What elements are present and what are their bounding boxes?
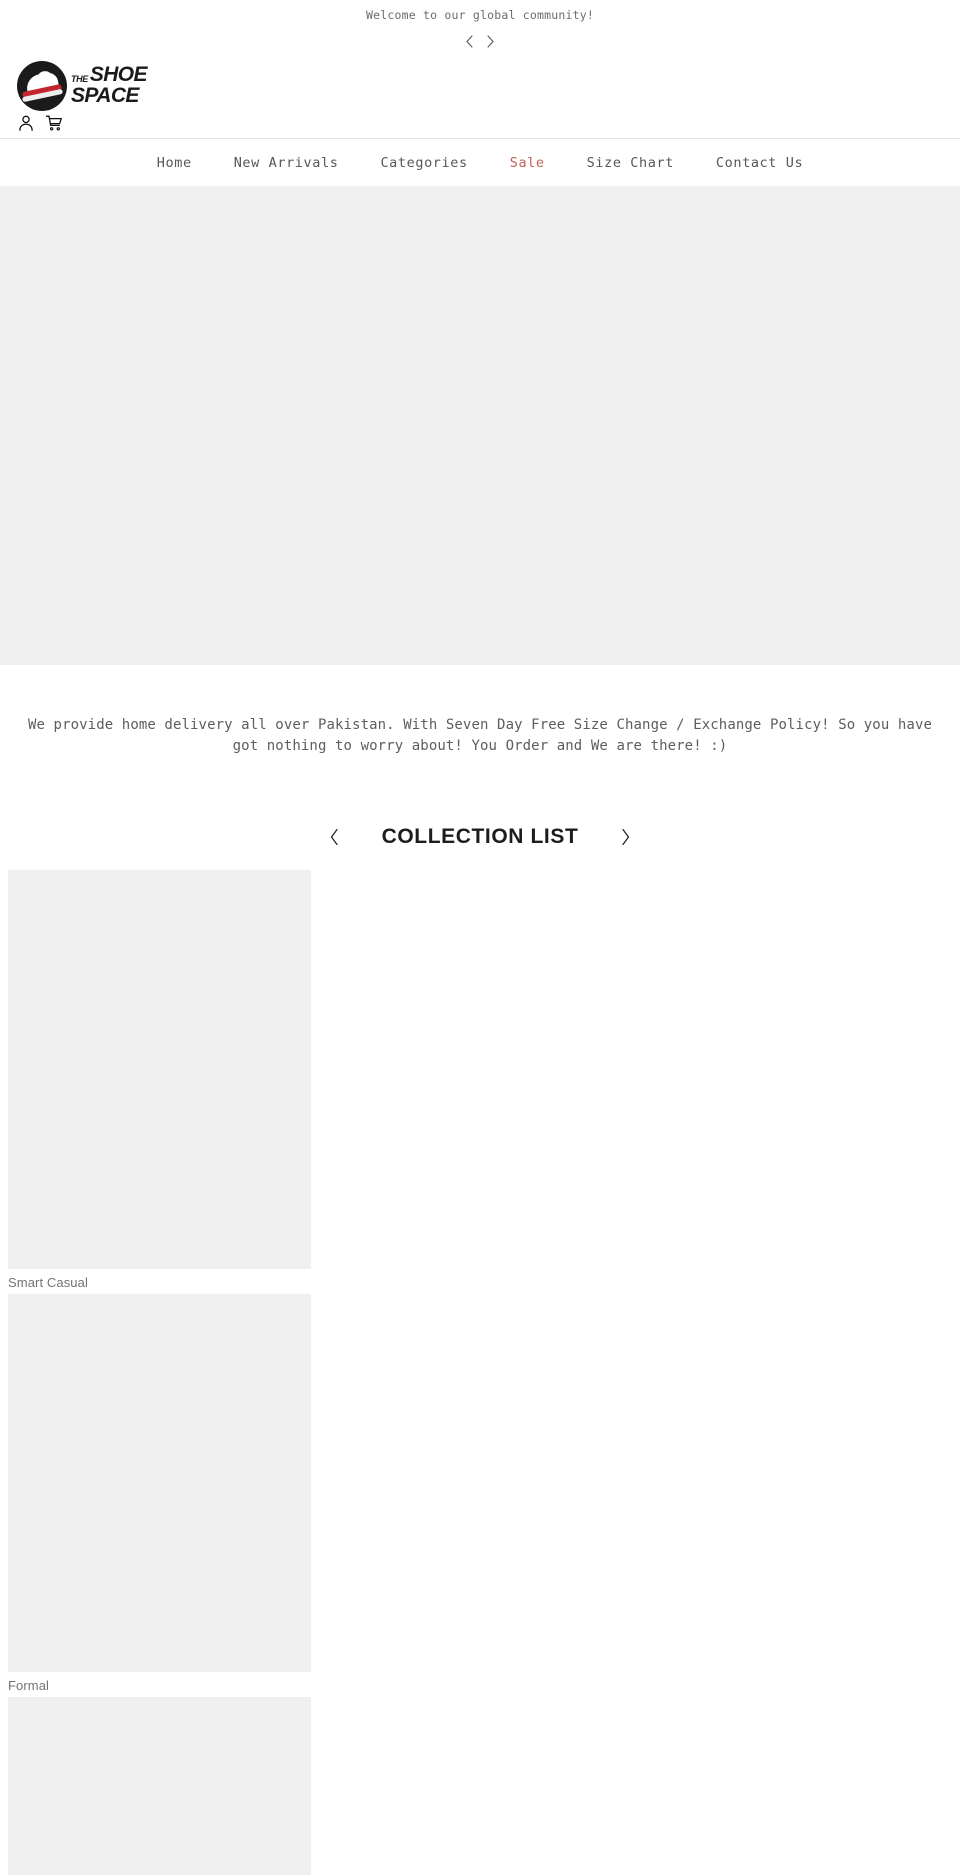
promo-text: We provide home delivery all over Pakist…	[27, 717, 933, 754]
nav-item-new-arrivals[interactable]: New Arrivals	[213, 155, 360, 171]
collection-list-header: COLLECTION LIST	[0, 820, 960, 854]
site-logo[interactable]: THE SHOE SPACE	[17, 61, 148, 111]
hero-banner[interactable]	[0, 186, 960, 665]
site-header: THE SHOE SPACE	[0, 50, 960, 138]
collection-list-section: COLLECTION LIST Smart Casual Formal	[0, 757, 960, 1875]
collection-card[interactable]: Formal	[8, 1294, 311, 1697]
collection-list-title: COLLECTION LIST	[381, 825, 579, 848]
shopping-cart-icon[interactable]	[45, 114, 63, 132]
promo-section: We provide home delivery all over Pakist…	[0, 665, 960, 757]
announcement-bar: Welcome to our global community!	[0, 0, 960, 50]
announcement-message: Welcome to our global community!	[366, 8, 594, 22]
collection-card-title: Smart Casual	[8, 1275, 88, 1290]
nav-item-sale[interactable]: Sale	[489, 155, 566, 171]
main-navigation: Home New Arrivals Categories Sale Size C…	[0, 139, 960, 186]
header-utility-icons	[17, 112, 960, 138]
logo-shoe-text: SHOE	[89, 63, 148, 87]
shoe-emblem-icon	[17, 61, 67, 111]
collection-image[interactable]	[8, 1294, 311, 1672]
nav-item-categories[interactable]: Categories	[359, 155, 488, 171]
logo-wordmark: THE SHOE SPACE	[71, 63, 148, 107]
chevron-right-icon[interactable]	[614, 826, 636, 848]
chevron-right-icon[interactable]	[484, 33, 498, 49]
collection-card-title: Formal	[8, 1678, 50, 1693]
collection-image[interactable]	[8, 1697, 311, 1875]
collection-card[interactable]	[8, 1697, 311, 1875]
user-account-icon[interactable]	[17, 114, 35, 132]
collection-grid: Smart Casual Formal	[0, 854, 960, 1875]
announcement-carousel-controls	[0, 32, 960, 50]
nav-item-home[interactable]: Home	[136, 155, 213, 171]
chevron-left-icon[interactable]	[463, 33, 477, 49]
collection-card[interactable]: Smart Casual	[8, 870, 311, 1294]
logo-row: THE SHOE SPACE	[17, 50, 960, 112]
collection-image[interactable]	[8, 870, 311, 1269]
nav-item-size-chart[interactable]: Size Chart	[566, 155, 695, 171]
chevron-left-icon[interactable]	[324, 826, 346, 848]
nav-item-contact-us[interactable]: Contact Us	[695, 155, 824, 171]
logo-space-text: SPACE	[71, 83, 139, 107]
